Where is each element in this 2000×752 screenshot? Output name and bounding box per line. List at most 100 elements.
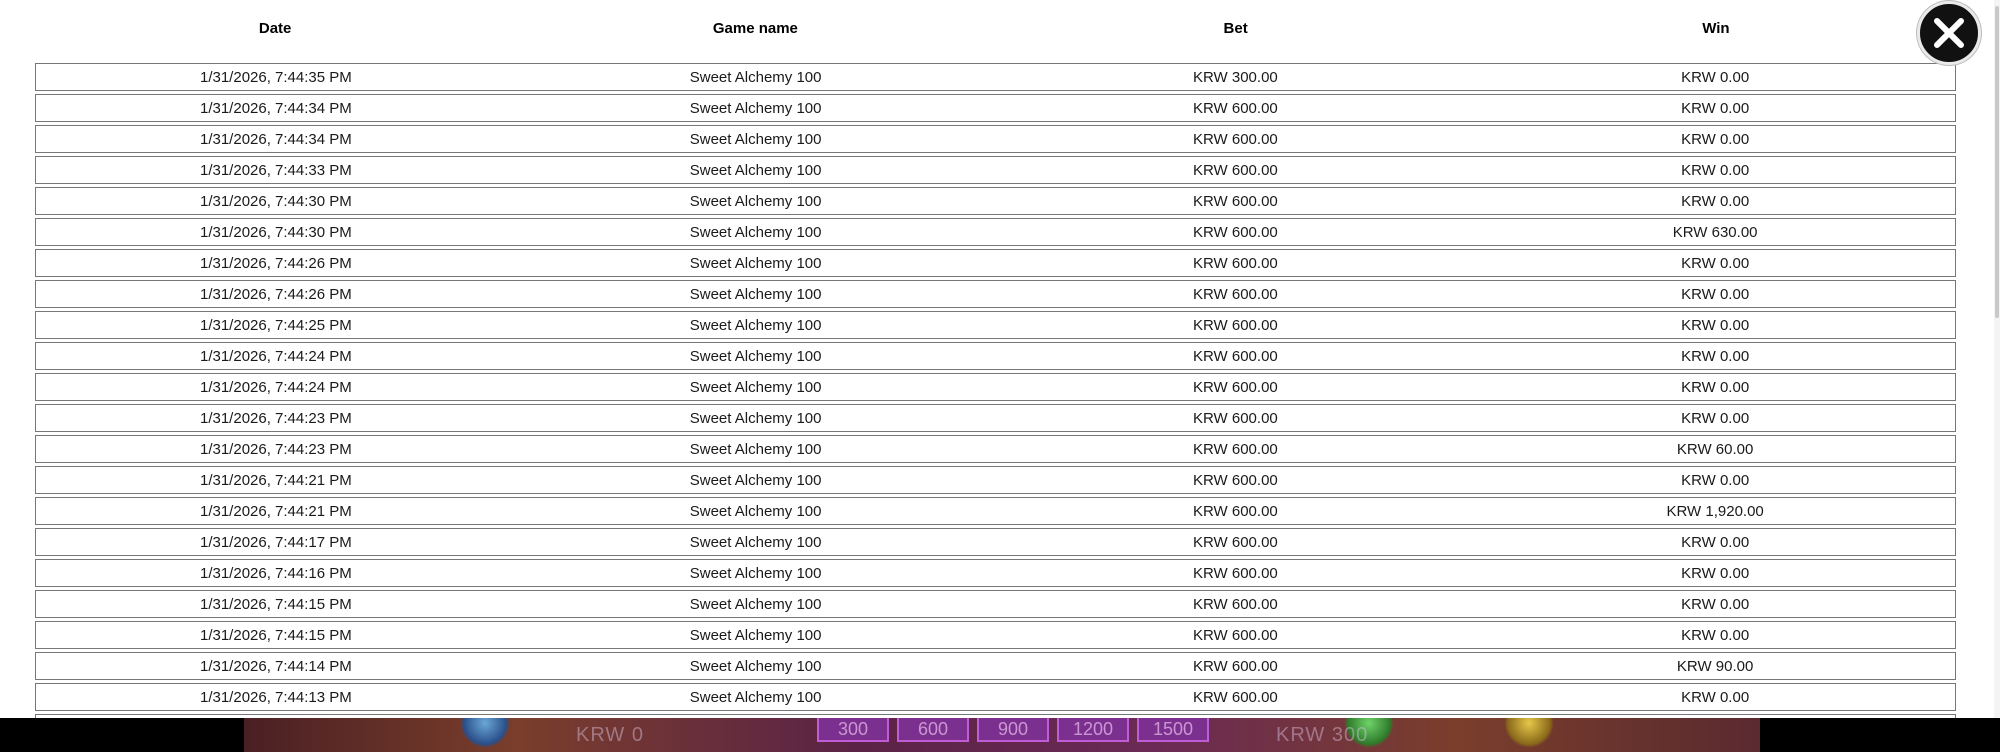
row-date: 1/31/2026, 7:44:24 PM	[199, 378, 352, 396]
bet-option-chip[interactable]: 1500	[1137, 718, 1209, 742]
table-row: 1/31/2026, 7:44:24 PM Sweet Alchemy 100 KR…	[35, 342, 1956, 370]
table-row: 1/31/2026, 7:44:34 PM Sweet Alchemy 100 KR…	[35, 94, 1956, 122]
row-bet: KRW 600.00	[1192, 316, 1278, 334]
row-date: 1/31/2026, 7:44:24 PM	[199, 347, 352, 365]
row-win: KRW 0.00	[1681, 316, 1750, 334]
row-bet: KRW 600.00	[1192, 223, 1278, 241]
table-row: 1/31/2026, 7:44:15 PM Sweet Alchemy 100 KR…	[35, 590, 1956, 618]
table-row: 1/31/2026, 7:44:24 PM Sweet Alchemy 100 KR…	[35, 373, 1956, 401]
row-win: KRW 630.00	[1672, 223, 1758, 241]
header-win: Win	[1702, 19, 1730, 37]
row-date: 1/31/2026, 7:44:30 PM	[199, 192, 352, 210]
row-game-name: Sweet Alchemy 100	[689, 254, 822, 272]
row-game-name: Sweet Alchemy 100	[689, 161, 822, 179]
row-date: 1/31/2026, 7:44:21 PM	[199, 502, 352, 520]
row-win: KRW 0.00	[1681, 409, 1750, 427]
row-game-name: Sweet Alchemy 100	[689, 688, 822, 706]
bet-option-chip[interactable]: 900	[977, 718, 1049, 742]
orb-decoration	[460, 718, 510, 748]
row-game-name: Sweet Alchemy 100	[689, 564, 822, 582]
row-date: 1/31/2026, 7:44:34 PM	[199, 99, 352, 117]
row-game-name: Sweet Alchemy 100	[689, 440, 822, 458]
row-bet: KRW 600.00	[1192, 440, 1278, 458]
row-bet: KRW 600.00	[1192, 688, 1278, 706]
row-win: KRW 0.00	[1681, 161, 1750, 179]
row-game-name: Sweet Alchemy 100	[689, 316, 822, 334]
row-game-name: Sweet Alchemy 100	[689, 409, 822, 427]
row-date: 1/31/2026, 7:44:35 PM	[199, 68, 352, 86]
row-win: KRW 0.00	[1681, 564, 1750, 582]
bet-option-chip[interactable]: 300	[817, 718, 889, 742]
row-win: KRW 0.00	[1681, 626, 1750, 644]
row-win: KRW 0.00	[1681, 595, 1750, 613]
row-date: 1/31/2026, 7:44:14 PM	[199, 657, 352, 675]
table-row: 1/31/2026, 7:44:26 PM Sweet Alchemy 100 KR…	[35, 249, 1956, 277]
row-bet: KRW 600.00	[1192, 626, 1278, 644]
header-bet: Bet	[1223, 19, 1248, 37]
row-win: KRW 0.00	[1681, 68, 1750, 86]
row-date: 1/31/2026, 7:44:17 PM	[199, 533, 352, 551]
row-date: 1/31/2026, 7:44:34 PM	[199, 130, 352, 148]
header-game-name: Game name	[712, 19, 798, 37]
table-row: 1/31/2026, 7:44:14 PM Sweet Alchemy 100 KR…	[35, 652, 1956, 680]
table-row: 1/31/2026, 7:44:21 PM Sweet Alchemy 100 KR…	[35, 497, 1956, 525]
row-game-name: Sweet Alchemy 100	[689, 68, 822, 86]
row-date: 1/31/2026, 7:44:26 PM	[199, 254, 352, 272]
table-row: 1/31/2026, 7:44:21 PM Sweet Alchemy 100 KR…	[35, 466, 1956, 494]
close-button[interactable]	[1917, 1, 1981, 65]
row-bet: KRW 600.00	[1192, 564, 1278, 582]
table-row: 1/31/2026, 7:44:23 PM Sweet Alchemy 100 KR…	[35, 404, 1956, 432]
row-bet: KRW 600.00	[1192, 130, 1278, 148]
row-date: 1/31/2026, 7:44:15 PM	[199, 595, 352, 613]
close-x-icon	[1934, 18, 1964, 48]
history-rows: 1/31/2026, 7:44:35 PM Sweet Alchemy 100 KR…	[35, 63, 1956, 718]
row-win: KRW 90.00	[1676, 657, 1754, 675]
table-row: 1/31/2026, 7:44:13 PM Sweet Alchemy 100 KR…	[35, 683, 1956, 711]
row-game-name: Sweet Alchemy 100	[689, 533, 822, 551]
table-row: 1/31/2026, 7:44:30 PM Sweet Alchemy 100 KR…	[35, 218, 1956, 246]
row-bet: KRW 600.00	[1192, 254, 1278, 272]
game-background-bar: KRW 0 300 600 900 1200 1500 KRW 300	[244, 718, 1760, 752]
row-win: KRW 0.00	[1681, 378, 1750, 396]
row-game-name: Sweet Alchemy 100	[689, 471, 822, 489]
bet-amount-label: KRW 300	[1276, 724, 1369, 746]
row-date: 1/31/2026, 7:44:13 PM	[199, 688, 352, 706]
row-bet: KRW 600.00	[1192, 595, 1278, 613]
row-game-name: Sweet Alchemy 100	[689, 595, 822, 613]
table-row: 1/31/2026, 7:44:25 PM Sweet Alchemy 100 KR…	[35, 311, 1956, 339]
orb-decoration	[1504, 718, 1554, 748]
bet-option-chip[interactable]: 600	[897, 718, 969, 742]
row-game-name: Sweet Alchemy 100	[689, 626, 822, 644]
row-game-name: Sweet Alchemy 100	[689, 378, 822, 396]
row-bet: KRW 600.00	[1192, 471, 1278, 489]
bet-history-panel: Date Game name Bet Win 1/31/2026, 7:44:3…	[0, 0, 2000, 718]
row-win: KRW 0.00	[1681, 192, 1750, 210]
row-game-name: Sweet Alchemy 100	[689, 99, 822, 117]
row-win: KRW 0.00	[1681, 99, 1750, 117]
row-win: KRW 0.00	[1681, 254, 1750, 272]
row-game-name: Sweet Alchemy 100	[689, 223, 822, 241]
row-date: 1/31/2026, 7:44:21 PM	[199, 471, 352, 489]
row-bet: KRW 600.00	[1192, 502, 1278, 520]
row-date: 1/31/2026, 7:44:16 PM	[199, 564, 352, 582]
row-bet: KRW 600.00	[1192, 161, 1278, 179]
row-win: KRW 60.00	[1676, 440, 1754, 458]
row-win: KRW 1,920.00	[1666, 502, 1764, 520]
row-win: KRW 0.00	[1681, 347, 1750, 365]
balance-label: KRW 0	[576, 724, 644, 746]
row-bet: KRW 300.00	[1192, 68, 1278, 86]
row-game-name: Sweet Alchemy 100	[689, 657, 822, 675]
table-row: 1/31/2026, 7:44:17 PM Sweet Alchemy 100 KR…	[35, 528, 1956, 556]
row-date: 1/31/2026, 7:44:25 PM	[199, 316, 352, 334]
row-bet: KRW 600.00	[1192, 99, 1278, 117]
row-bet: KRW 600.00	[1192, 347, 1278, 365]
row-date: 1/31/2026, 7:44:33 PM	[199, 161, 352, 179]
table-row: 1/31/2026, 7:44:23 PM Sweet Alchemy 100 KR…	[35, 435, 1956, 463]
row-date: 1/31/2026, 7:44:26 PM	[199, 285, 352, 303]
scrollbar-thumb[interactable]	[1995, 6, 1999, 318]
bet-option-chip[interactable]: 1200	[1057, 718, 1129, 742]
row-game-name: Sweet Alchemy 100	[689, 192, 822, 210]
table-header: Date Game name Bet Win	[35, 14, 1956, 42]
table-row: 1/31/2026, 7:44:34 PM Sweet Alchemy 100 KR…	[35, 125, 1956, 153]
table-row: 1/31/2026, 7:44:15 PM Sweet Alchemy 100 KR…	[35, 621, 1956, 649]
